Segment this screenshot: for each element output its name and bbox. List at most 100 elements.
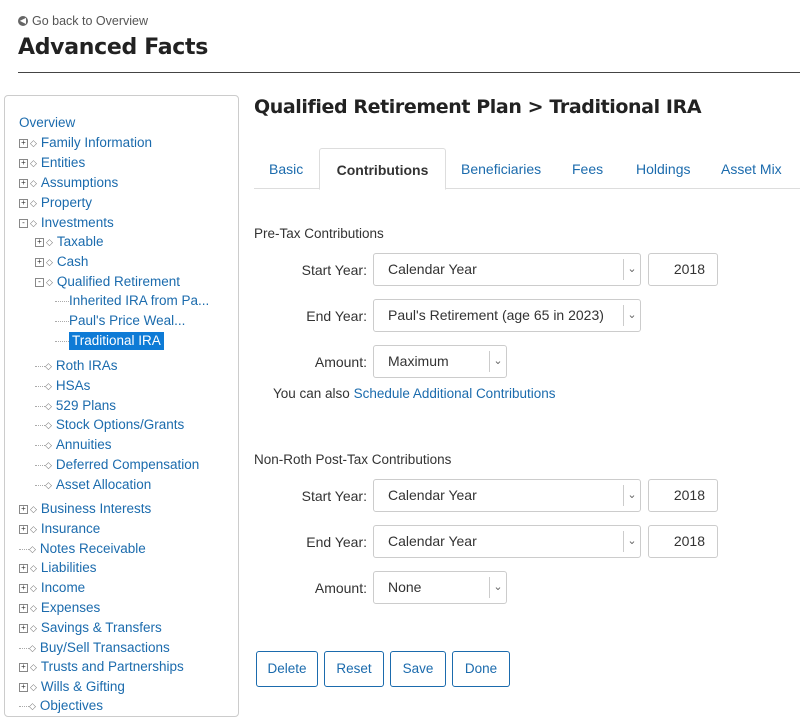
collapse-icon[interactable]: - bbox=[35, 277, 44, 287]
expand-icon[interactable]: + bbox=[19, 178, 28, 188]
tree-item-label: Property bbox=[40, 195, 92, 210]
tree-item-label: HSAs bbox=[55, 378, 91, 393]
tree-item-label: Notes Receivable bbox=[39, 541, 146, 556]
chevron-down-icon: ⌄ bbox=[489, 351, 506, 372]
tree-item-traditional-ira[interactable]: Traditional IRA bbox=[55, 332, 164, 350]
tree-item-buy-sell-transactions[interactable]: ◇ Buy/Sell Transactions bbox=[19, 639, 170, 657]
tree-item-label: Paul's Price Weal... bbox=[69, 313, 186, 328]
tree-item-label: Family Information bbox=[40, 135, 152, 150]
tree-item-inherited-ira[interactable]: Inherited IRA from Pa... bbox=[55, 292, 209, 310]
tree-item-overview[interactable]: Overview bbox=[19, 114, 75, 132]
tree-item-liabilities[interactable]: + ◇ Liabilities bbox=[19, 559, 96, 577]
chevron-down-icon: ⌄ bbox=[623, 305, 640, 326]
pretax-start-select[interactable]: Calendar Year ⌄ bbox=[373, 253, 641, 286]
posttax-start-year-input[interactable]: 2018 bbox=[648, 479, 718, 512]
expand-icon[interactable]: + bbox=[19, 198, 28, 208]
expand-icon[interactable]: + bbox=[19, 583, 28, 593]
page-title: Advanced Facts bbox=[18, 35, 209, 60]
tree-item-expenses[interactable]: + ◇ Expenses bbox=[19, 599, 100, 617]
tree-item-notes-receivable[interactable]: ◇ Notes Receivable bbox=[19, 540, 146, 558]
tree-item-property[interactable]: + ◇ Property bbox=[19, 194, 92, 212]
tree-item-label: Taxable bbox=[56, 234, 104, 249]
tree-item-wills-gifting[interactable]: + ◇ Wills & Gifting bbox=[19, 678, 125, 696]
tree-item-cash[interactable]: + ◇ Cash bbox=[35, 253, 88, 271]
expand-icon[interactable]: + bbox=[19, 504, 28, 514]
collapse-icon[interactable]: - bbox=[19, 218, 28, 228]
posttax-amount-label: Amount: bbox=[314, 580, 367, 596]
pretax-amount-select[interactable]: Maximum ⌄ bbox=[373, 345, 507, 378]
tab-beneficiaries[interactable]: Beneficiaries bbox=[461, 148, 541, 188]
reset-button[interactable]: Reset bbox=[324, 651, 384, 687]
tree-item-label: Trusts and Partnerships bbox=[40, 659, 184, 674]
tree-item-investments[interactable]: - ◇ Investments bbox=[19, 214, 114, 232]
tree-item-insurance[interactable]: + ◇ Insurance bbox=[19, 520, 100, 538]
posttax-amount-select[interactable]: None ⌄ bbox=[373, 571, 507, 604]
expand-icon[interactable]: + bbox=[19, 603, 28, 613]
tab-contributions[interactable]: Contributions bbox=[319, 148, 446, 190]
expand-icon[interactable]: + bbox=[19, 138, 28, 148]
tree-item-business-interests[interactable]: + ◇ Business Interests bbox=[19, 500, 151, 518]
pretax-start-value: Calendar Year bbox=[388, 261, 477, 277]
tab-fees[interactable]: Fees bbox=[572, 148, 603, 188]
done-button[interactable]: Done bbox=[452, 651, 510, 687]
tree-item-deferred-compensation[interactable]: ◇ Deferred Compensation bbox=[35, 456, 199, 474]
tree-item-assumptions[interactable]: + ◇ Assumptions bbox=[19, 174, 118, 192]
delete-button[interactable]: Delete bbox=[256, 651, 318, 687]
tree-item-label: Liabilities bbox=[40, 560, 97, 575]
diamond-icon: ◇ bbox=[29, 643, 36, 653]
tree-item-label: Traditional IRA bbox=[69, 332, 164, 350]
tab-basic[interactable]: Basic bbox=[269, 148, 303, 188]
tree-item-label: Objectives bbox=[39, 698, 103, 713]
expand-icon[interactable]: + bbox=[19, 158, 28, 168]
expand-icon[interactable]: + bbox=[35, 237, 44, 247]
pretax-end-select[interactable]: Paul's Retirement (age 65 in 2023) ⌄ bbox=[373, 299, 641, 332]
tree-connector bbox=[19, 705, 29, 707]
tree-connector bbox=[35, 444, 45, 446]
back-to-overview-link[interactable]: ◀ Go back to Overview bbox=[18, 14, 148, 28]
schedule-additional-contributions-link[interactable]: Schedule Additional Contributions bbox=[354, 386, 556, 401]
arrow-left-circle-icon: ◀ bbox=[18, 16, 28, 26]
tree-item-hsas[interactable]: ◇ HSAs bbox=[35, 377, 90, 395]
tree-item-label: Asset Allocation bbox=[55, 477, 152, 492]
expand-icon[interactable]: + bbox=[19, 524, 28, 534]
tree-item-pauls-price-wealth[interactable]: Paul's Price Weal... bbox=[55, 312, 185, 330]
tab-holdings[interactable]: Holdings bbox=[636, 148, 690, 188]
tree-item-stock-options[interactable]: ◇ Stock Options/Grants bbox=[35, 416, 184, 434]
save-button[interactable]: Save bbox=[390, 651, 446, 687]
expand-icon[interactable]: + bbox=[19, 623, 28, 633]
tab-bar: Basic Contributions Beneficiaries Fees H… bbox=[254, 148, 800, 190]
section-title: Qualified Retirement Plan > Traditional … bbox=[254, 96, 702, 118]
tree-item-asset-allocation[interactable]: ◇ Asset Allocation bbox=[35, 476, 151, 494]
posttax-end-select[interactable]: Calendar Year ⌄ bbox=[373, 525, 641, 558]
tree-item-family-information[interactable]: + ◇ Family Information bbox=[19, 134, 152, 152]
posttax-end-value: Calendar Year bbox=[388, 533, 477, 549]
expand-icon[interactable]: + bbox=[19, 563, 28, 573]
expand-icon[interactable]: + bbox=[19, 662, 28, 672]
posttax-end-year-input[interactable]: 2018 bbox=[648, 525, 718, 558]
tree-item-label: Stock Options/Grants bbox=[55, 417, 185, 432]
pretax-start-year-input[interactable]: 2018 bbox=[648, 253, 718, 286]
tree-item-entities[interactable]: + ◇ Entities bbox=[19, 154, 85, 172]
tree-item-income[interactable]: + ◇ Income bbox=[19, 579, 85, 597]
tree-item-objectives[interactable]: ◇ Objectives bbox=[19, 697, 103, 715]
diamond-icon: ◇ bbox=[30, 603, 37, 613]
tree-connector bbox=[55, 320, 69, 322]
expand-icon[interactable]: + bbox=[19, 682, 28, 692]
tree-item-529-plans[interactable]: ◇ 529 Plans bbox=[35, 397, 116, 415]
tree-item-savings-transfers[interactable]: + ◇ Savings & Transfers bbox=[19, 619, 162, 637]
expand-icon[interactable]: + bbox=[35, 257, 44, 267]
diamond-icon: ◇ bbox=[30, 662, 37, 672]
diamond-icon: ◇ bbox=[30, 524, 37, 534]
navigation-tree: Overview + ◇ Family Information + ◇ Entities +… bbox=[4, 95, 239, 717]
posttax-start-select[interactable]: Calendar Year ⌄ bbox=[373, 479, 641, 512]
diamond-icon: ◇ bbox=[30, 178, 37, 188]
tree-item-trusts-partnerships[interactable]: + ◇ Trusts and Partnerships bbox=[19, 658, 184, 676]
tree-item-annuities[interactable]: ◇ Annuities bbox=[35, 436, 111, 454]
diamond-icon: ◇ bbox=[45, 480, 52, 490]
tab-asset-mix[interactable]: Asset Mix bbox=[721, 148, 782, 188]
diamond-icon: ◇ bbox=[30, 504, 37, 514]
diamond-icon: ◇ bbox=[30, 158, 37, 168]
tree-item-taxable[interactable]: + ◇ Taxable bbox=[35, 233, 103, 251]
tree-item-roth-iras[interactable]: ◇ Roth IRAs bbox=[35, 357, 117, 375]
tree-item-qualified-retirement[interactable]: - ◇ Qualified Retirement bbox=[35, 273, 180, 291]
